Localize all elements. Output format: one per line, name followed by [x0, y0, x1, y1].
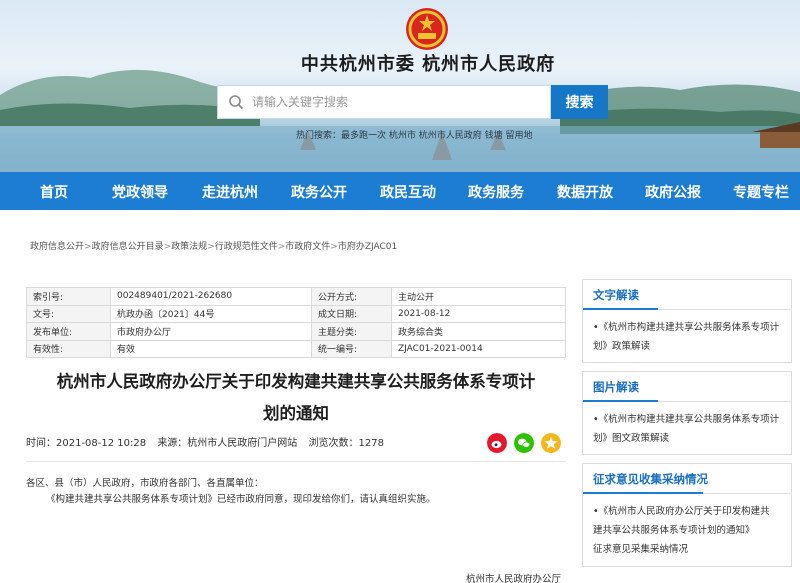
qzone-icon[interactable] [541, 433, 561, 453]
info-value: 002489401/2021-262680 [110, 287, 312, 306]
info-value: 主动公开 [391, 287, 566, 306]
article-paragraph: 《构建共建共享公共服务体系专项计划》已经市政府同意，现印发给你们，请认真组织实施… [46, 494, 436, 505]
wechat-icon[interactable] [514, 433, 534, 453]
publish-time: 时间：2021-08-12 10:28 [26, 438, 147, 449]
breadcrumb-separator: > [330, 242, 338, 252]
nav-item-gov-affairs[interactable]: 政务公开 [291, 182, 347, 202]
main-nav: 首页 党政领导 走进杭州 政务公开 政民互动 政务服务 数据开放 政府公报 专题… [0, 172, 800, 210]
info-label: 成文日期: [311, 304, 392, 323]
sidebar-title-underline [583, 308, 658, 310]
sidebar-link[interactable]: •《杭州市构建共建共享公共服务体系专项计 划》政策解读 [583, 310, 791, 364]
breadcrumb-item[interactable]: 行政规范性文件 [215, 242, 278, 252]
info-value: 政务综合类 [391, 322, 566, 341]
breadcrumb-item[interactable]: 市府办ZJAC01 [338, 242, 397, 252]
hot-search-words[interactable]: 热门搜索：最多跑一次 杭州市 杭州市人民政府 钱塘 留用地 [296, 128, 532, 141]
info-label: 发布单位: [26, 322, 111, 341]
search-icon [229, 95, 244, 110]
table-row: 有效性: 有效 统一编号: ZJAC01-2021-0014 [26, 339, 566, 358]
sidebar-box-title: 征求意见收集采纳情况 [593, 472, 708, 486]
info-value: 杭政办函〔2021〕44号 [110, 304, 312, 323]
sidebar-box-text-interpretation: 文字解读 •《杭州市构建共建共享公共服务体系专项计 划》政策解读 [582, 279, 792, 363]
nav-item-services[interactable]: 政务服务 [468, 182, 524, 202]
sidebar-link[interactable]: •《杭州市构建共建共享公共服务体系专项计 划》图文政策解读 [583, 402, 791, 456]
site-title: 中共杭州市委 杭州市人民政府 [300, 54, 556, 75]
breadcrumb-separator: > [207, 242, 215, 252]
sidebar-link-line[interactable]: 征求意见采集采纳情况 [593, 540, 783, 559]
table-row: 文号: 杭政办函〔2021〕44号 成文日期: 2021-08-12 [26, 304, 566, 323]
info-value: ZJAC01-2021-0014 [391, 339, 566, 358]
divider [26, 461, 566, 462]
article-salutation: 各区、县（市）人民政府，市政府各部门、各直属单位： [26, 478, 264, 489]
sidebar-title-underline [583, 400, 658, 402]
document-info-table: 索引号: 002489401/2021-262680 公开方式: 主动公开 文号… [26, 287, 566, 358]
sidebar-title-underline [583, 492, 703, 494]
sidebar-box-title: 文字解读 [593, 288, 639, 302]
breadcrumb-item[interactable]: 政策法规 [171, 242, 207, 252]
nav-item-open-data[interactable]: 数据开放 [557, 182, 613, 202]
breadcrumb-item[interactable]: 政府信息公开 [30, 242, 84, 252]
info-label: 统一编号: [311, 339, 392, 358]
info-value: 有效 [110, 339, 312, 358]
sidebar-link[interactable]: •《杭州市人民政府办公厅关于印发构建共 建共享公共服务体系专项计划的通知》 征求… [583, 494, 791, 567]
article-title-line: 杭州市人民政府办公厅关于印发构建共建共享公共服务体系专项计 [56, 372, 536, 391]
header-banner: 中共杭州市委 杭州市人民政府 搜索 热门搜索：最多跑一次 杭州市 杭州市人民政府… [0, 0, 800, 172]
search-button[interactable]: 搜索 [551, 85, 608, 119]
nav-item-interaction[interactable]: 政民互动 [380, 182, 436, 202]
national-emblem-icon [406, 8, 448, 50]
info-value: 2021-08-12 [391, 304, 566, 323]
sidebar-link-line[interactable]: •《杭州市构建共建共享公共服务体系专项计 [593, 410, 783, 429]
article-title-line: 划的通知 [263, 404, 329, 423]
nav-item-gazette[interactable]: 政府公报 [645, 182, 701, 202]
nav-item-about-hangzhou[interactable]: 走进杭州 [202, 182, 258, 202]
sidebar-box-header: 征求意见收集采纳情况 [583, 464, 791, 494]
info-label: 公开方式: [311, 287, 392, 306]
info-label: 索引号: [26, 287, 111, 306]
article-title: 杭州市人民政府办公厅关于印发构建共建共享公共服务体系专项计 划的通知 [26, 366, 566, 430]
article-meta: 时间：2021-08-12 10:28 来源：杭州市人民政府门户网站 浏览次数：… [26, 434, 392, 449]
sidebar-link-line[interactable]: 划》图文政策解读 [593, 429, 783, 448]
article-source: 来源：杭州市人民政府门户网站 [157, 438, 298, 449]
search-input[interactable] [252, 95, 532, 109]
article-signature: 杭州市人民政府办公厅 [466, 574, 562, 583]
sidebar-box-header: 图片解读 [583, 372, 791, 402]
search-box[interactable] [217, 85, 551, 119]
info-value: 市政府办公厅 [110, 322, 312, 341]
breadcrumb: 政府信息公开>政府信息公开目录>政策法规>行政规范性文件>市政府文件>市府办ZJ… [30, 239, 397, 252]
sidebar-box-header: 文字解读 [583, 280, 791, 310]
info-label: 主题分类: [311, 322, 392, 341]
breadcrumb-item[interactable]: 市政府文件 [285, 242, 330, 252]
sidebar-link-line[interactable]: 划》政策解读 [593, 337, 783, 356]
info-label: 文号: [26, 304, 111, 323]
nav-item-special-topics[interactable]: 专题专栏 [733, 182, 789, 202]
sidebar-box-image-interpretation: 图片解读 •《杭州市构建共建共享公共服务体系专项计 划》图文政策解读 [582, 371, 792, 455]
breadcrumb-separator: > [163, 242, 172, 252]
breadcrumb-item[interactable]: 政府信息公开目录 [92, 242, 164, 252]
sidebar-link-line[interactable]: •《杭州市构建共建共享公共服务体系专项计 [593, 318, 783, 337]
table-row: 发布单位: 市政府办公厅 主题分类: 政务综合类 [26, 322, 566, 341]
table-row: 索引号: 002489401/2021-262680 公开方式: 主动公开 [26, 287, 566, 306]
sidebar-box-title: 图片解读 [593, 380, 639, 394]
sidebar-link-line[interactable]: •《杭州市人民政府办公厅关于印发构建共 [593, 502, 783, 521]
view-count: 浏览次数：1278 [308, 438, 384, 449]
nav-item-party-leaders[interactable]: 党政领导 [112, 182, 168, 202]
sidebar-box-feedback: 征求意见收集采纳情况 •《杭州市人民政府办公厅关于印发构建共 建共享公共服务体系… [582, 463, 792, 567]
sidebar-link-line[interactable]: 建共享公共服务体系专项计划的通知》 [593, 521, 783, 540]
weibo-icon[interactable] [487, 433, 507, 453]
breadcrumb-separator: > [84, 242, 92, 252]
nav-item-home[interactable]: 首页 [40, 182, 68, 202]
info-label: 有效性: [26, 339, 111, 358]
